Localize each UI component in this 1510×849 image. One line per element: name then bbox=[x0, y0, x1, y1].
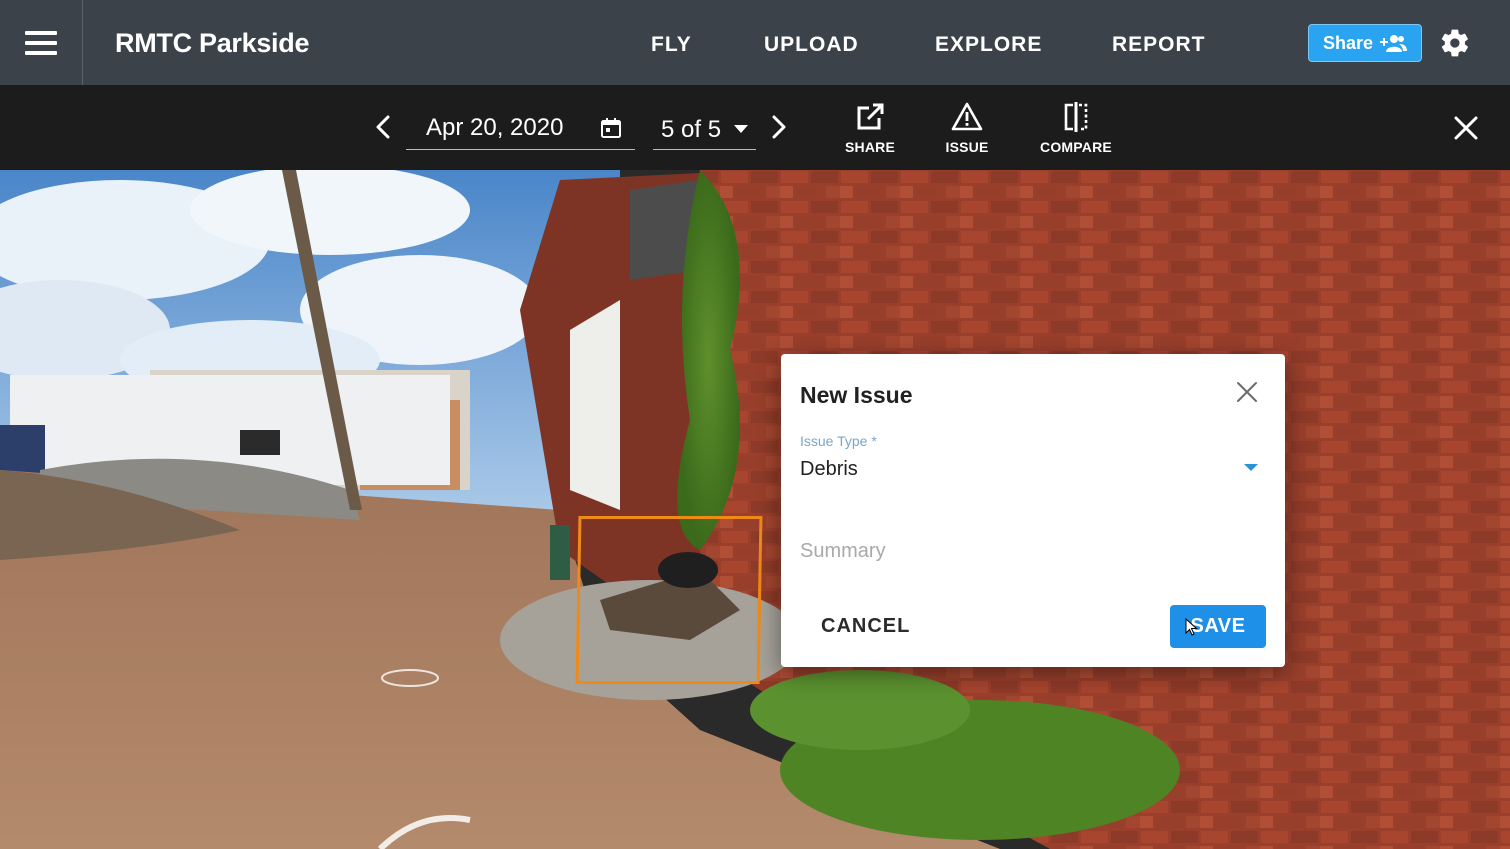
issue-type-label-text: Issue Type bbox=[800, 433, 868, 449]
issue-type-value: Debris bbox=[800, 458, 858, 480]
gear-icon[interactable] bbox=[1439, 27, 1471, 59]
nav-fly[interactable]: FLY bbox=[651, 33, 692, 57]
share-project-button[interactable]: Share bbox=[1308, 24, 1422, 62]
required-mark: * bbox=[871, 433, 877, 449]
capture-index-select[interactable]: 5 of 5 bbox=[653, 104, 756, 150]
close-icon[interactable] bbox=[1452, 114, 1480, 142]
share-people-icon bbox=[1380, 35, 1408, 52]
compare-label: COMPARE bbox=[1040, 139, 1112, 155]
compare-button[interactable]: COMPARE bbox=[1037, 100, 1115, 160]
issue-highlight-box[interactable] bbox=[575, 516, 763, 684]
capture-date: Apr 20, 2020 bbox=[426, 114, 564, 141]
dialog-title: New Issue bbox=[800, 382, 913, 408]
close-icon[interactable] bbox=[1235, 380, 1259, 404]
cancel-button[interactable]: CANCEL bbox=[803, 605, 923, 647]
capture-date-picker[interactable]: Apr 20, 2020 bbox=[406, 104, 635, 150]
issue-type-select[interactable]: Debris bbox=[800, 458, 1262, 488]
warning-icon bbox=[951, 102, 983, 131]
caret-down-icon bbox=[734, 125, 748, 133]
issue-button[interactable]: ISSUE bbox=[944, 100, 990, 160]
top-navigation-bar: RMTC Parkside FLY UPLOAD EXPLORE REPORT … bbox=[0, 0, 1510, 85]
caret-down-icon[interactable] bbox=[1244, 464, 1258, 471]
summary-input[interactable] bbox=[800, 534, 1262, 568]
hamburger-menu-button[interactable] bbox=[0, 0, 83, 85]
nav-upload[interactable]: UPLOAD bbox=[764, 33, 859, 57]
nav-report[interactable]: REPORT bbox=[1112, 33, 1206, 57]
share-button-label: Share bbox=[1322, 32, 1374, 53]
mouse-cursor-icon bbox=[1185, 618, 1198, 636]
share-view-label: SHARE bbox=[844, 139, 895, 155]
share-view-button[interactable]: SHARE bbox=[843, 100, 897, 160]
issue-type-label: Issue Type * bbox=[800, 433, 877, 449]
new-issue-dialog: New Issue Issue Type * Debris CANCEL SAV… bbox=[781, 354, 1285, 667]
share-external-icon bbox=[857, 103, 884, 130]
menu-icon bbox=[25, 30, 57, 55]
calendar-icon bbox=[601, 118, 621, 138]
chevron-right-icon[interactable] bbox=[768, 114, 790, 140]
chevron-left-icon[interactable] bbox=[372, 114, 394, 140]
capture-index: 5 of 5 bbox=[661, 116, 722, 143]
nav-explore[interactable]: EXPLORE bbox=[935, 33, 1042, 57]
project-title: RMTC Parkside bbox=[115, 28, 310, 58]
issue-label: ISSUE bbox=[945, 139, 989, 155]
compare-icon bbox=[1064, 102, 1088, 132]
